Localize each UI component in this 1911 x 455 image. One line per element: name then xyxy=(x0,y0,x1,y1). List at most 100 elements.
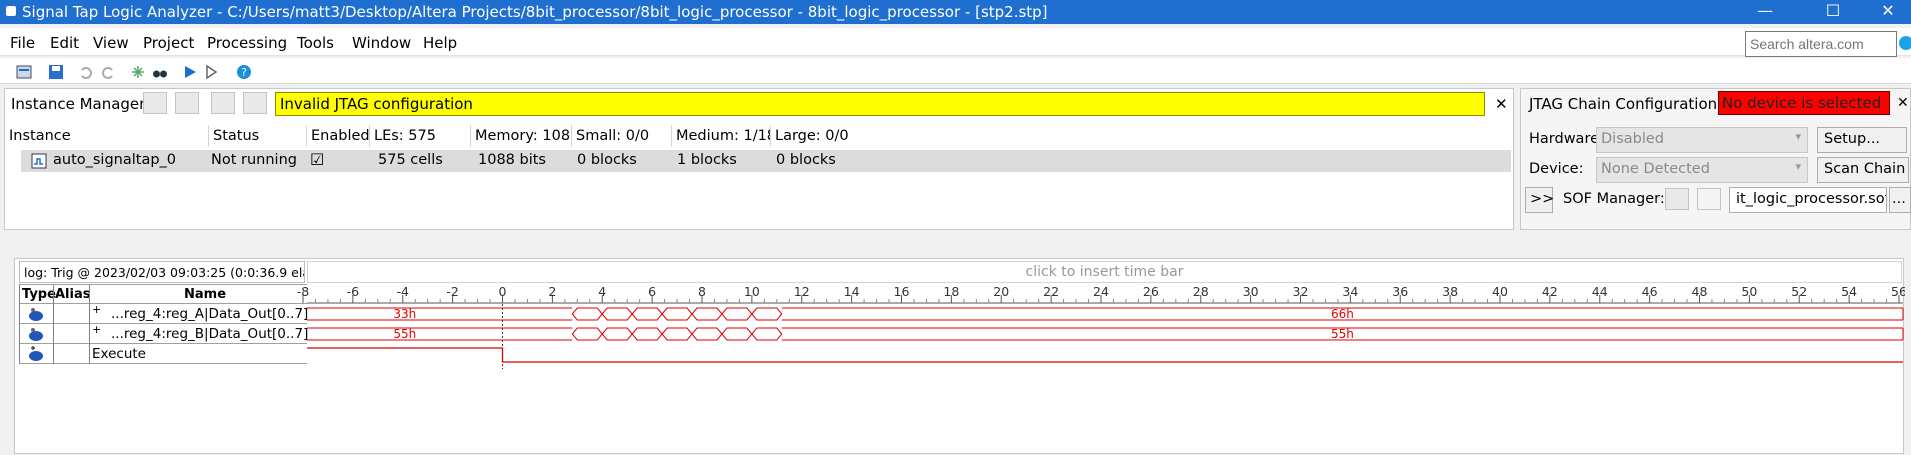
col-status[interactable]: Status xyxy=(208,125,306,147)
sof-file-field[interactable]: it_logic_processor.sof xyxy=(1729,187,1887,213)
axis-tick-label: 4 xyxy=(598,284,606,299)
menu-project[interactable]: Project xyxy=(143,34,194,52)
axis-tick-label: 2 xyxy=(548,284,556,299)
instance-manager-label: Instance Manager: xyxy=(11,95,151,113)
binoculars-icon[interactable] xyxy=(152,64,168,80)
autorun-icon[interactable] xyxy=(204,64,220,80)
axis-tick-label: 38 xyxy=(1442,284,1458,299)
bus-value-after: 66h xyxy=(1331,307,1354,321)
undo-icon[interactable] xyxy=(78,64,94,80)
axis-tick-label: 28 xyxy=(1193,284,1209,299)
axis-tick-label: 46 xyxy=(1642,284,1658,299)
axis-tick-label: 14 xyxy=(844,284,860,299)
menu-window[interactable]: Window xyxy=(352,34,411,52)
axis-tick-label: -8 xyxy=(297,284,310,299)
axis-tick-label: 54 xyxy=(1841,284,1857,299)
axis-tick-label: 26 xyxy=(1143,284,1159,299)
device-label: Device: xyxy=(1529,161,1584,177)
options-icon[interactable] xyxy=(16,64,32,80)
run-analysis-icon[interactable] xyxy=(182,64,198,80)
jtag-status-badge: No device is selected xyxy=(1718,91,1890,115)
device-select[interactable]: None Detected ▾ xyxy=(1596,157,1808,183)
col-medium[interactable]: Medium: 1/18 xyxy=(671,125,770,147)
redo-icon[interactable] xyxy=(100,64,116,80)
axis-tick-label: 48 xyxy=(1692,284,1708,299)
bus-value-before: 55h xyxy=(393,327,416,341)
axis-tick-label: 0 xyxy=(499,284,507,299)
axis-tick-label: 52 xyxy=(1791,284,1807,299)
jtag-chain-label: JTAG Chain Configuration: xyxy=(1529,95,1723,113)
attach-sof-icon[interactable] xyxy=(1697,188,1721,210)
instance-memory: 1088 bits xyxy=(478,152,546,168)
axis-tick-label: 12 xyxy=(794,284,810,299)
axis-tick-label: -6 xyxy=(347,284,360,299)
axis-tick-label: 10 xyxy=(744,284,760,299)
waveform-panel: log: Trig @ 2023/02/03 09:03:25 (0:0:36.… xyxy=(14,258,1905,455)
col-les[interactable]: LEs: 575 xyxy=(369,125,470,147)
bus-trace-transitions xyxy=(571,327,783,341)
minimize-button[interactable]: — xyxy=(1742,0,1788,24)
scan-chain-button[interactable]: Scan Chain xyxy=(1817,157,1909,183)
menu-help[interactable]: Help xyxy=(423,34,457,52)
bus-value-after: 55h xyxy=(1331,327,1354,341)
axis-tick-label: 22 xyxy=(1043,284,1059,299)
bus-trace-segment xyxy=(307,307,573,321)
toolbar: ? xyxy=(0,58,1911,84)
col-enabled[interactable]: Enabled xyxy=(306,125,369,147)
help-icon[interactable]: ? xyxy=(236,64,252,80)
axis-tick-label: 32 xyxy=(1293,284,1309,299)
axis-tick-label: 8 xyxy=(698,284,706,299)
instance-manager-panel: Instance Manager: Invalid JTAG configura… xyxy=(4,88,1514,230)
title-bar: Signal Tap Logic Analyzer - C:/Users/mat… xyxy=(0,0,1911,24)
instance-les: 575 cells xyxy=(378,152,443,168)
maximize-button[interactable]: ☐ xyxy=(1810,0,1856,24)
menu-bar: File Edit View Project Processing Tools … xyxy=(0,28,1911,56)
axis-tick-label: 56 xyxy=(1891,284,1905,299)
menu-edit[interactable]: Edit xyxy=(50,34,79,52)
instance-row[interactable]: auto_signaltap_0 Not running ☑ 575 cells… xyxy=(21,150,1511,172)
run-instance-icon[interactable] xyxy=(143,92,167,114)
node-finder-icon[interactable] xyxy=(130,64,146,80)
axis-tick-label: 20 xyxy=(993,284,1009,299)
instance-icon xyxy=(31,153,47,169)
program-device-icon[interactable] xyxy=(1665,188,1689,210)
instance-small: 0 blocks xyxy=(577,152,637,168)
menu-tools[interactable]: Tools xyxy=(297,34,334,52)
col-memory[interactable]: Memory: 108 xyxy=(470,125,571,147)
instance-name: auto_signaltap_0 xyxy=(53,152,177,168)
close-instance-manager-button[interactable]: ✕ xyxy=(1495,95,1508,113)
search-input[interactable] xyxy=(1745,31,1897,57)
setup-button[interactable]: Setup... xyxy=(1817,127,1907,153)
menu-file[interactable]: File xyxy=(10,34,35,52)
jtag-chain-panel: JTAG Chain Configuration: No device is s… xyxy=(1520,88,1911,230)
instance-enabled-checkbox[interactable]: ☑ xyxy=(310,150,324,169)
axis-tick-label: 6 xyxy=(648,284,656,299)
instance-status: Not running xyxy=(211,152,297,168)
col-large[interactable]: Large: 0/0 xyxy=(770,125,890,147)
stop-instance-icon[interactable] xyxy=(211,92,235,114)
hardware-select[interactable]: Disabled ▾ xyxy=(1596,127,1808,153)
autorun-instance-icon[interactable] xyxy=(175,92,199,114)
chevron-down-icon: ▾ xyxy=(1795,130,1801,143)
search-go-icon[interactable] xyxy=(1899,36,1911,50)
device-value: None Detected xyxy=(1601,161,1710,177)
bus-trace-transitions xyxy=(571,307,783,321)
waveform-display[interactable]: -8 -6 -4 -2 0 2 4 6 8 10 12 14 16 18 20 22 24 26 28 30 32 34 3… xyxy=(15,259,1905,455)
expand-button[interactable]: >> xyxy=(1525,187,1554,213)
menu-view[interactable]: View xyxy=(93,34,129,52)
close-jtag-panel-button[interactable]: ✕ xyxy=(1897,95,1909,111)
col-instance[interactable]: Instance xyxy=(5,125,208,147)
axis-tick-label: -4 xyxy=(397,284,410,299)
execute-trace xyxy=(307,347,1903,363)
save-icon[interactable] xyxy=(48,64,64,80)
col-small[interactable]: Small: 0/0 xyxy=(571,125,671,147)
axis-tick-label: 40 xyxy=(1492,284,1508,299)
read-data-icon[interactable] xyxy=(243,92,267,114)
browse-sof-button[interactable]: ... xyxy=(1889,187,1911,213)
axis-tick-label: -2 xyxy=(446,284,458,299)
jtag-config-warning: Invalid JTAG configuration xyxy=(275,92,1485,116)
menu-processing[interactable]: Processing xyxy=(207,34,287,52)
axis-tick-label: 16 xyxy=(894,284,910,299)
hardware-label: Hardware: xyxy=(1529,131,1604,147)
close-window-button[interactable]: ✕ xyxy=(1865,0,1911,24)
